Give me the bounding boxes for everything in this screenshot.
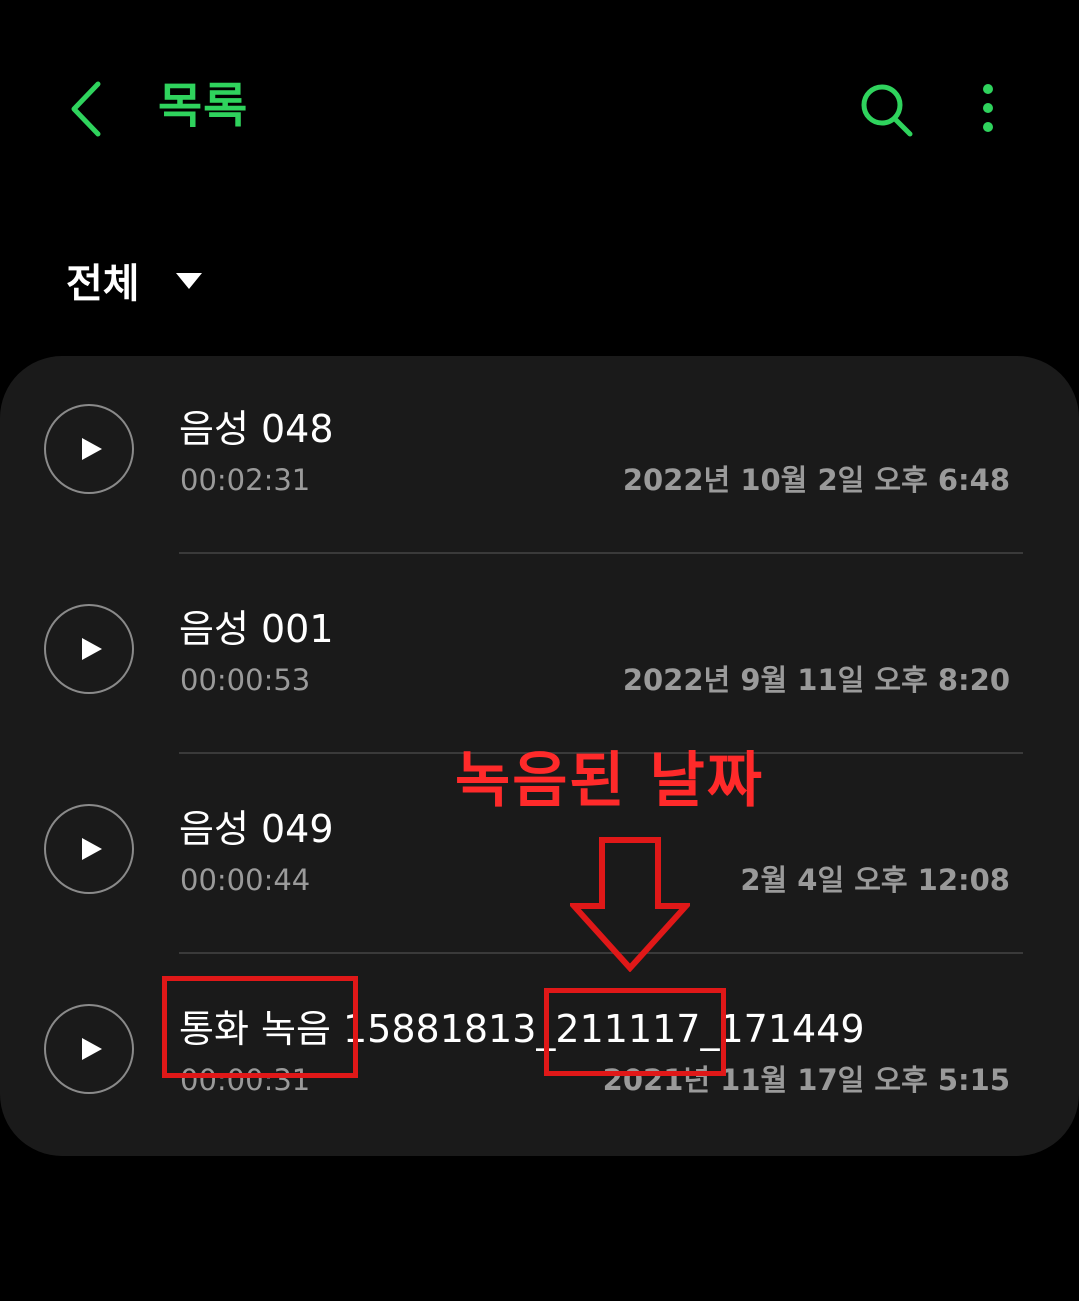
chevron-left-icon xyxy=(71,81,101,137)
filter-label: 전체 xyxy=(66,261,140,307)
recording-date: 2022년 9월 11일 오후 8:20 xyxy=(622,663,1010,697)
play-icon xyxy=(82,838,102,860)
recording-duration: 00:00:44 xyxy=(180,863,311,897)
search-button[interactable] xyxy=(856,80,916,140)
play-button[interactable] xyxy=(44,1004,134,1094)
page-title: 목록 xyxy=(158,78,249,134)
recording-date: 2월 4일 오후 12:08 xyxy=(740,863,1010,897)
play-button[interactable] xyxy=(44,404,134,494)
arrow-down-outline-icon xyxy=(570,837,690,972)
recording-title: 음성 001 xyxy=(179,607,334,651)
play-button[interactable] xyxy=(44,604,134,694)
highlight-box-call-recording xyxy=(162,976,358,1078)
play-icon xyxy=(82,638,102,660)
recording-title: 음성 048 xyxy=(179,407,334,451)
more-options-button[interactable] xyxy=(968,80,1008,136)
recording-duration: 00:00:53 xyxy=(180,663,311,697)
caret-down-icon xyxy=(175,273,202,289)
more-vertical-icon xyxy=(983,84,993,132)
recording-item[interactable]: 음성 048 00:02:31 2022년 10월 2일 오후 6:48 xyxy=(0,356,1079,556)
recording-duration: 00:02:31 xyxy=(180,463,311,497)
search-icon xyxy=(861,84,913,137)
back-button[interactable] xyxy=(60,78,116,140)
recording-title: 음성 049 xyxy=(179,807,334,851)
app-bar: 목록 xyxy=(0,0,1079,200)
recording-item[interactable]: 음성 001 00:00:53 2022년 9월 11일 오후 8:20 xyxy=(0,556,1079,756)
play-button[interactable] xyxy=(44,804,134,894)
annotation-label: 녹음된 날짜 xyxy=(455,746,764,816)
play-icon xyxy=(82,1038,102,1060)
recording-date: 2022년 10월 2일 오후 6:48 xyxy=(622,463,1010,497)
play-icon xyxy=(82,438,102,460)
highlight-box-date-code xyxy=(544,988,726,1076)
filter-dropdown[interactable]: 전체 xyxy=(66,250,202,310)
divider xyxy=(179,552,1023,554)
